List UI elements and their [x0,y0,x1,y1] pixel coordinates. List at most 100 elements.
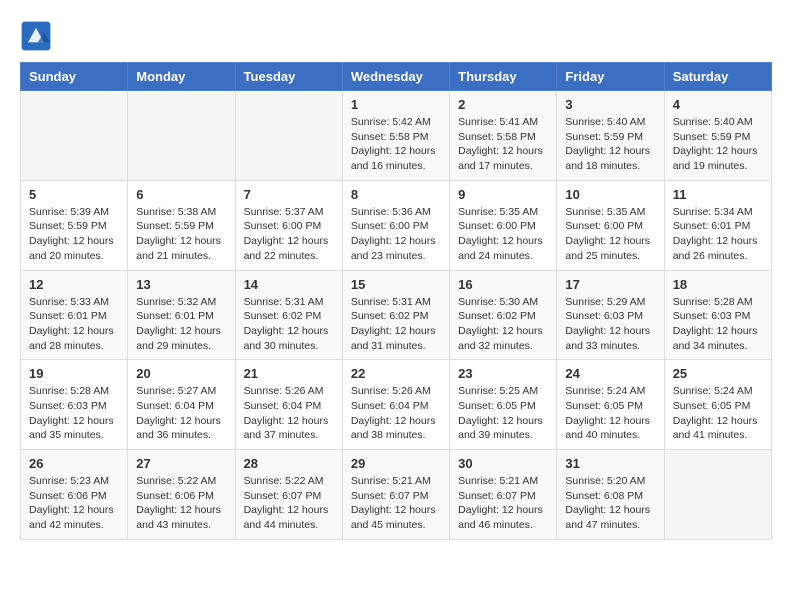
calendar-cell: 8Sunrise: 5:36 AM Sunset: 6:00 PM Daylig… [342,180,449,270]
day-info: Sunrise: 5:21 AM Sunset: 6:07 PM Dayligh… [458,474,548,533]
column-header-wednesday: Wednesday [342,63,449,91]
calendar-cell: 15Sunrise: 5:31 AM Sunset: 6:02 PM Dayli… [342,270,449,360]
day-number: 30 [458,456,548,471]
day-number: 28 [244,456,334,471]
day-number: 3 [565,97,655,112]
column-header-friday: Friday [557,63,664,91]
day-number: 13 [136,277,226,292]
day-number: 12 [29,277,119,292]
calendar-cell: 9 Sunrise: 5:35 AM Sunset: 6:00 PM Daylig… [450,180,557,270]
day-number: 8 [351,187,441,202]
day-number: 17 [565,277,655,292]
day-number: 4 [673,97,763,112]
day-info: Sunrise: 5:30 AM Sunset: 6:02 PM Dayligh… [458,295,548,354]
day-number: 7 [244,187,334,202]
calendar-cell: 23Sunrise: 5:25 AM Sunset: 6:05 PM Dayli… [450,360,557,450]
day-number: 26 [29,456,119,471]
day-number: 10 [565,187,655,202]
day-info: Sunrise: 5:33 AM Sunset: 6:01 PM Dayligh… [29,295,119,354]
calendar-cell: 1Sunrise: 5:42 AM Sunset: 5:58 PM Daylig… [342,91,449,181]
day-info: Sunrise: 5:21 AM Sunset: 6:07 PM Dayligh… [351,474,441,533]
calendar-cell [664,450,771,540]
day-number: 25 [673,366,763,381]
day-info: Sunrise: 5:35 AM Sunset: 6:00 PM Dayligh… [458,205,548,264]
day-info: Sunrise: 5:39 AM Sunset: 5:59 PM Dayligh… [29,205,119,264]
column-header-saturday: Saturday [664,63,771,91]
calendar-cell: 7 Sunrise: 5:37 AM Sunset: 6:00 PM Daylig… [235,180,342,270]
calendar-cell: 26Sunrise: 5:23 AM Sunset: 6:06 PM Dayli… [21,450,128,540]
day-number: 27 [136,456,226,471]
calendar-cell: 25 Sunrise: 5:24 AM Sunset: 6:05 PM Dayli… [664,360,771,450]
calendar-cell: 6 Sunrise: 5:38 AM Sunset: 5:59 PM Daylig… [128,180,235,270]
calendar-cell [235,91,342,181]
calendar-week-row: 5 Sunrise: 5:39 AM Sunset: 5:59 PM Daylig… [21,180,772,270]
calendar-cell: 14 Sunrise: 5:31 AM Sunset: 6:02 PM Dayli… [235,270,342,360]
calendar-cell: 30 Sunrise: 5:21 AM Sunset: 6:07 PM Dayli… [450,450,557,540]
day-info: Sunrise: 5:29 AM Sunset: 6:03 PM Dayligh… [565,295,655,354]
calendar-cell: 29Sunrise: 5:21 AM Sunset: 6:07 PM Dayli… [342,450,449,540]
calendar-cell: 31 Sunrise: 5:20 AM Sunset: 6:08 PM Dayli… [557,450,664,540]
day-info: Sunrise: 5:31 AM Sunset: 6:02 PM Dayligh… [244,295,334,354]
day-info: Sunrise: 5:40 AM Sunset: 5:59 PM Dayligh… [673,115,763,174]
calendar-cell: 4 Sunrise: 5:40 AM Sunset: 5:59 PM Daylig… [664,91,771,181]
day-number: 14 [244,277,334,292]
column-header-thursday: Thursday [450,63,557,91]
calendar-cell: 2 Sunrise: 5:41 AM Sunset: 5:58 PM Daylig… [450,91,557,181]
calendar-header-row: SundayMondayTuesdayWednesdayThursdayFrid… [21,63,772,91]
day-number: 16 [458,277,548,292]
day-info: Sunrise: 5:42 AM Sunset: 5:58 PM Dayligh… [351,115,441,174]
day-number: 21 [244,366,334,381]
column-header-tuesday: Tuesday [235,63,342,91]
calendar-cell: 10Sunrise: 5:35 AM Sunset: 6:00 PM Dayli… [557,180,664,270]
column-header-monday: Monday [128,63,235,91]
day-info: Sunrise: 5:40 AM Sunset: 5:59 PM Dayligh… [565,115,655,174]
day-info: Sunrise: 5:37 AM Sunset: 6:00 PM Dayligh… [244,205,334,264]
day-info: Sunrise: 5:25 AM Sunset: 6:05 PM Dayligh… [458,384,548,443]
day-info: Sunrise: 5:28 AM Sunset: 6:03 PM Dayligh… [29,384,119,443]
day-number: 11 [673,187,763,202]
day-number: 22 [351,366,441,381]
logo [20,20,58,52]
day-info: Sunrise: 5:32 AM Sunset: 6:01 PM Dayligh… [136,295,226,354]
calendar-cell: 5 Sunrise: 5:39 AM Sunset: 5:59 PM Daylig… [21,180,128,270]
day-number: 5 [29,187,119,202]
logo-icon [20,20,52,52]
calendar-cell: 19 Sunrise: 5:28 AM Sunset: 6:03 PM Dayli… [21,360,128,450]
day-info: Sunrise: 5:34 AM Sunset: 6:01 PM Dayligh… [673,205,763,264]
calendar-cell [128,91,235,181]
calendar-week-row: 26Sunrise: 5:23 AM Sunset: 6:06 PM Dayli… [21,450,772,540]
calendar-cell: 21 Sunrise: 5:26 AM Sunset: 6:04 PM Dayli… [235,360,342,450]
day-info: Sunrise: 5:31 AM Sunset: 6:02 PM Dayligh… [351,295,441,354]
day-info: Sunrise: 5:24 AM Sunset: 6:05 PM Dayligh… [673,384,763,443]
calendar-cell: 11 Sunrise: 5:34 AM Sunset: 6:01 PM Dayli… [664,180,771,270]
calendar-cell: 13 Sunrise: 5:32 AM Sunset: 6:01 PM Dayli… [128,270,235,360]
day-number: 6 [136,187,226,202]
calendar-cell: 18 Sunrise: 5:28 AM Sunset: 6:03 PM Dayli… [664,270,771,360]
calendar-cell: 24 Sunrise: 5:24 AM Sunset: 6:05 PM Dayli… [557,360,664,450]
day-info: Sunrise: 5:28 AM Sunset: 6:03 PM Dayligh… [673,295,763,354]
day-number: 18 [673,277,763,292]
day-info: Sunrise: 5:24 AM Sunset: 6:05 PM Dayligh… [565,384,655,443]
day-info: Sunrise: 5:38 AM Sunset: 5:59 PM Dayligh… [136,205,226,264]
day-info: Sunrise: 5:27 AM Sunset: 6:04 PM Dayligh… [136,384,226,443]
day-number: 24 [565,366,655,381]
calendar-cell: 17 Sunrise: 5:29 AM Sunset: 6:03 PM Dayli… [557,270,664,360]
day-number: 19 [29,366,119,381]
day-number: 31 [565,456,655,471]
calendar-cell: 20 Sunrise: 5:27 AM Sunset: 6:04 PM Dayli… [128,360,235,450]
calendar-week-row: 12 Sunrise: 5:33 AM Sunset: 6:01 PM Dayli… [21,270,772,360]
calendar-cell [21,91,128,181]
day-info: Sunrise: 5:41 AM Sunset: 5:58 PM Dayligh… [458,115,548,174]
calendar-week-row: 1Sunrise: 5:42 AM Sunset: 5:58 PM Daylig… [21,91,772,181]
calendar-table: SundayMondayTuesdayWednesdayThursdayFrid… [20,62,772,540]
day-number: 2 [458,97,548,112]
day-number: 9 [458,187,548,202]
day-info: Sunrise: 5:26 AM Sunset: 6:04 PM Dayligh… [244,384,334,443]
header [20,20,772,52]
calendar-cell: 12 Sunrise: 5:33 AM Sunset: 6:01 PM Dayli… [21,270,128,360]
calendar-cell: 3 Sunrise: 5:40 AM Sunset: 5:59 PM Daylig… [557,91,664,181]
day-info: Sunrise: 5:22 AM Sunset: 6:06 PM Dayligh… [136,474,226,533]
day-info: Sunrise: 5:26 AM Sunset: 6:04 PM Dayligh… [351,384,441,443]
day-info: Sunrise: 5:20 AM Sunset: 6:08 PM Dayligh… [565,474,655,533]
day-number: 20 [136,366,226,381]
